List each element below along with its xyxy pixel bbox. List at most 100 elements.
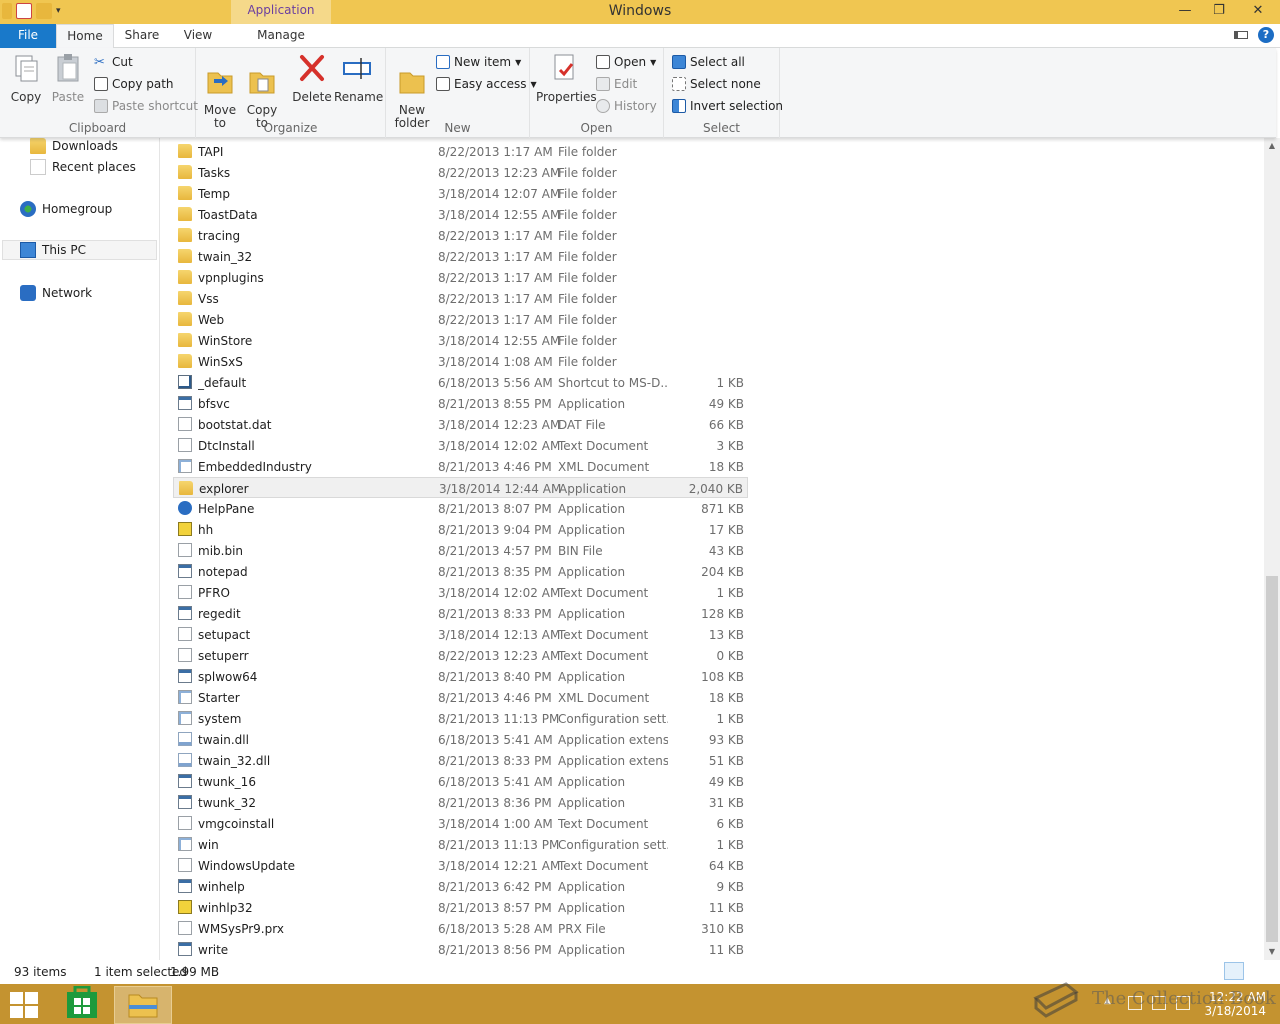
properties-icon[interactable]: [16, 3, 32, 19]
file-row[interactable]: Vss 8/22/2013 1:17 AM File folder: [173, 288, 748, 309]
file-row[interactable]: _default 6/18/2013 5:56 AM Shortcut to MS-…: [173, 372, 748, 393]
file-row[interactable]: twain_32 8/22/2013 1:17 AM File folder: [173, 246, 748, 267]
scroll-thumb[interactable]: [1266, 576, 1278, 942]
file-date-modified: 3/18/2014 12:13 AM: [438, 628, 561, 642]
scroll-up-arrow-icon[interactable]: ▲: [1264, 138, 1280, 154]
paste-button[interactable]: Paste: [48, 52, 88, 104]
nav-item-homegroup[interactable]: Homegroup: [20, 199, 156, 219]
file-row[interactable]: setupact 3/18/2014 12:13 AM Text Document 1…: [173, 624, 748, 645]
file-size: 108 KB: [701, 670, 744, 684]
edit-button[interactable]: Edit: [596, 74, 637, 94]
file-row[interactable]: mib.bin 8/21/2013 4:57 PM BIN File 43 KB: [173, 540, 748, 561]
file-row[interactable]: splwow64 8/21/2013 8:40 PM Application 108 …: [173, 666, 748, 687]
history-button[interactable]: History: [596, 96, 657, 116]
file-row[interactable]: vpnplugins 8/22/2013 1:17 AM File folder: [173, 267, 748, 288]
tab-manage[interactable]: Manage: [231, 24, 331, 48]
file-row[interactable]: regedit 8/21/2013 8:33 PM Application 128 K…: [173, 603, 748, 624]
cut-button[interactable]: ✂ Cut: [94, 52, 133, 72]
file-type: Text Document: [558, 586, 649, 600]
dll-icon: [178, 753, 192, 767]
file-row[interactable]: winhlp32 8/21/2013 8:57 PM Application 11 K…: [173, 897, 748, 918]
file-row[interactable]: notepad 8/21/2013 8:35 PM Application 204 K…: [173, 561, 748, 582]
file-row[interactable]: Web 8/22/2013 1:17 AM File folder: [173, 309, 748, 330]
file-size: 1 KB: [716, 586, 744, 600]
file-date-modified: 3/18/2014 12:44 AM: [439, 482, 562, 496]
file-row[interactable]: WinSxS 3/18/2014 1:08 AM File folder: [173, 351, 748, 372]
nav-item-downloads[interactable]: Downloads: [30, 136, 156, 156]
file-row[interactable]: WMSysPr9.prx 6/18/2013 5:28 AM PRX File 310…: [173, 918, 748, 939]
copy-button[interactable]: Copy: [6, 52, 46, 104]
vertical-scrollbar[interactable]: ▲ ▼: [1264, 138, 1280, 960]
file-row[interactable]: vmgcoinstall 3/18/2014 1:00 AM Text Docume…: [173, 813, 748, 834]
taskbar-store-button[interactable]: [58, 985, 106, 1022]
new-item-button[interactable]: New item ▼: [436, 52, 521, 72]
file-date-modified: 8/22/2013 1:17 AM: [438, 313, 553, 327]
chevron-down-icon[interactable]: ▾: [56, 6, 61, 16]
file-row[interactable]: WindowsUpdate 3/18/2014 12:21 AM Text Docu…: [173, 855, 748, 876]
file-row[interactable]: EmbeddedIndustry 8/21/2013 4:46 PM XML Doc…: [173, 456, 748, 477]
nav-item-network[interactable]: Network: [20, 283, 156, 303]
copy-icon: [15, 55, 38, 82]
start-button[interactable]: [10, 992, 38, 1018]
move-to-button[interactable]: Move to: [200, 52, 240, 130]
nav-item-this-pc[interactable]: This PC: [2, 240, 157, 260]
file-name: explorer: [199, 482, 249, 496]
close-button[interactable]: ✕: [1236, 0, 1280, 22]
file-name: bootstat.dat: [198, 418, 272, 432]
file-row[interactable]: ToastData 3/18/2014 12:55 AM File folder: [173, 204, 748, 225]
file-row[interactable]: setuperr 8/22/2013 12:23 AM Text Document 0…: [173, 645, 748, 666]
pin-ribbon-icon[interactable]: [1234, 31, 1248, 39]
file-name: Temp: [198, 187, 230, 201]
new-folder-icon[interactable]: [36, 3, 52, 19]
file-row[interactable]: DtcInstall 3/18/2014 12:02 AM Text Documen…: [173, 435, 748, 456]
file-row[interactable]: Tasks 8/22/2013 12:23 AM File folder: [173, 162, 748, 183]
file-row[interactable]: tracing 8/22/2013 1:17 AM File folder: [173, 225, 748, 246]
file-row[interactable]: win 8/21/2013 11:13 PM Configuration sett.…: [173, 834, 748, 855]
file-row[interactable]: bfsvc 8/21/2013 8:55 PM Application 49 KB: [173, 393, 748, 414]
file-type: BIN File: [558, 544, 603, 558]
file-row[interactable]: Temp 3/18/2014 12:07 AM File folder: [173, 183, 748, 204]
maximize-button[interactable]: ❐: [1202, 0, 1236, 22]
nav-item-recent-places[interactable]: Recent places: [30, 157, 156, 177]
tab-view[interactable]: View: [170, 24, 226, 48]
file-name: TAPI: [198, 145, 224, 159]
file-row[interactable]: system 8/21/2013 11:13 PM Configuration se…: [173, 708, 748, 729]
file-row[interactable]: bootstat.dat 3/18/2014 12:23 AM DAT File 66…: [173, 414, 748, 435]
file-row[interactable]: WinStore 3/18/2014 12:55 AM File folder: [173, 330, 748, 351]
help-file-icon: [178, 522, 192, 536]
select-all-button[interactable]: Select all: [672, 52, 745, 72]
paste-shortcut-button[interactable]: Paste shortcut: [94, 96, 198, 116]
tab-share[interactable]: Share: [114, 24, 170, 48]
file-row[interactable]: TAPI 8/22/2013 1:17 AM File folder: [173, 141, 748, 162]
tab-home[interactable]: Home: [56, 24, 114, 49]
taskbar-file-explorer-button[interactable]: [114, 986, 172, 1024]
delete-button[interactable]: Delete: [292, 52, 332, 104]
file-row[interactable]: winhelp 8/21/2013 6:42 PM Application 9 KB: [173, 876, 748, 897]
folder-icon: [178, 312, 192, 326]
file-row[interactable]: Starter 8/21/2013 4:46 PM XML Document 18 K…: [173, 687, 748, 708]
tab-file[interactable]: File: [0, 24, 56, 48]
minimize-button[interactable]: —: [1168, 0, 1202, 22]
file-name: win: [198, 838, 219, 852]
new-folder-button[interactable]: New folder: [392, 52, 432, 130]
rename-button[interactable]: Rename: [334, 52, 383, 104]
help-icon[interactable]: ?: [1258, 27, 1274, 43]
file-row[interactable]: twunk_16 6/18/2013 5:41 AM Application 49 K…: [173, 771, 748, 792]
scroll-down-arrow-icon[interactable]: ▼: [1264, 944, 1280, 960]
select-none-button[interactable]: Select none: [672, 74, 761, 94]
file-row[interactable]: twain_32.dll 8/21/2013 8:33 PM Application…: [173, 750, 748, 771]
file-row[interactable]: PFRO 3/18/2014 12:02 AM Text Document 1 KB: [173, 582, 748, 603]
file-row[interactable]: HelpPane 8/21/2013 8:07 PM Application 871 …: [173, 498, 748, 519]
file-row[interactable]: explorer 3/18/2014 12:44 AM Application 2,0…: [173, 477, 748, 498]
file-row[interactable]: hh 8/21/2013 9:04 PM Application 17 KB: [173, 519, 748, 540]
file-row[interactable]: twunk_32 8/21/2013 8:36 PM Application 31 K…: [173, 792, 748, 813]
properties-button[interactable]: Properties: [536, 52, 597, 104]
file-row[interactable]: twain.dll 6/18/2013 5:41 AM Application ex…: [173, 729, 748, 750]
open-button[interactable]: Open ▼: [596, 52, 656, 72]
copy-path-button[interactable]: Copy path: [94, 74, 174, 94]
copy-to-button[interactable]: Copy to: [242, 52, 282, 130]
file-row[interactable]: write 8/21/2013 8:56 PM Application 11 KB: [173, 939, 748, 960]
easy-access-button[interactable]: Easy access ▼: [436, 74, 537, 94]
file-size: 11 KB: [708, 901, 744, 915]
invert-selection-button[interactable]: Invert selection: [672, 96, 783, 116]
